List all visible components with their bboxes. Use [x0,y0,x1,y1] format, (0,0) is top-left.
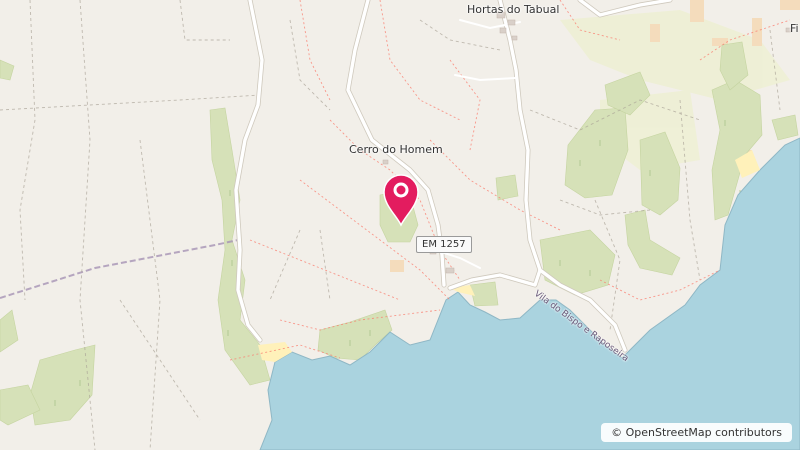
road-ref-shield: EM 1257 [416,236,472,253]
place-label: Cerro do Homem [349,143,443,156]
map-pin-icon[interactable] [380,171,422,227]
map-canvas[interactable]: Hortas do Tabual Cerro do Homem Fi EM 12… [0,0,800,450]
edge-place-label: Fi [790,22,799,35]
map-attribution[interactable]: © OpenStreetMap contributors [601,423,792,442]
village-label: Hortas do Tabual [467,3,560,16]
